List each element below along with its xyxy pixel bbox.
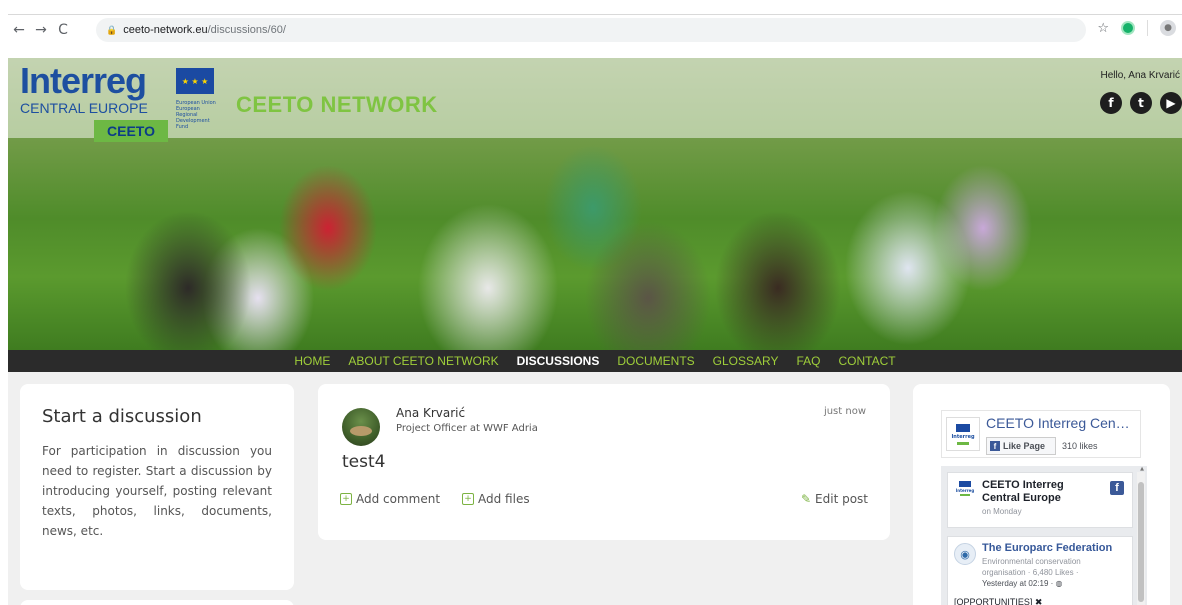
globe-icon: ◍ xyxy=(1055,579,1063,588)
extension-icon[interactable] xyxy=(1121,21,1135,35)
nav-glossary[interactable]: GLOSSARY xyxy=(713,354,779,368)
start-discussion-title: Start a discussion xyxy=(42,406,202,427)
logo-fine-print: European Union European Regional Develop… xyxy=(176,100,216,130)
post-timestamp: just now xyxy=(823,406,866,417)
ceeto-badge: CEETO xyxy=(94,120,168,142)
like-page-label: Like Page xyxy=(1003,441,1046,451)
eu-flag-icon: ★ ★ ★ xyxy=(176,68,214,94)
avatar[interactable] xyxy=(342,408,380,446)
start-discussion-card: Start a discussion For participation in … xyxy=(20,384,294,590)
content-area: Start a discussion For participation in … xyxy=(8,372,1182,605)
back-icon[interactable]: ← xyxy=(8,22,30,38)
fb-page-header: Interreg CEETO Interreg Cen… f Like Page… xyxy=(941,410,1141,458)
add-comment-button[interactable]: + Add comment xyxy=(340,492,440,506)
fb-page-logo[interactable]: Interreg xyxy=(946,417,980,451)
reload-icon[interactable]: C xyxy=(52,22,74,38)
add-files-button[interactable]: + Add files xyxy=(462,492,530,506)
europarc-logo-icon[interactable]: ◉ xyxy=(954,543,976,565)
start-discussion-text: For participation in discussion you need… xyxy=(42,444,272,538)
edit-icon: ✎ xyxy=(800,492,812,506)
add-comment-label: Add comment xyxy=(356,492,441,506)
toolbar-separator xyxy=(1147,20,1148,36)
fb-feed-scrollbar[interactable] xyxy=(1137,472,1145,605)
social-links: f t ▶ xyxy=(1100,92,1182,114)
youtube-icon[interactable]: ▶ xyxy=(1160,92,1182,114)
interreg-logo[interactable]: Interreg ★ ★ ★ CENTRAL EUROPE European U… xyxy=(20,63,220,131)
add-comment-icon: + xyxy=(340,493,352,505)
forward-icon[interactable]: → xyxy=(30,22,52,38)
post-author-role: Project Officer at WWF Adria xyxy=(396,423,538,434)
add-files-label: Add files xyxy=(478,492,530,506)
facebook-icon[interactable]: f xyxy=(1100,92,1122,114)
fb-post-author[interactable]: The Europarc Federation xyxy=(982,542,1112,554)
facebook-icon[interactable]: f xyxy=(1110,481,1124,495)
secondary-card xyxy=(20,600,294,605)
edit-post-label: Edit post xyxy=(815,492,868,506)
facebook-widget: Interreg CEETO Interreg Cen… f Like Page… xyxy=(913,384,1170,605)
fb-post-time[interactable]: Yesterday at 02:19 · ◍ xyxy=(982,579,1063,588)
nav-contact[interactable]: CONTACT xyxy=(839,354,896,368)
bookmark-star-icon[interactable]: ☆ xyxy=(1097,21,1109,36)
fb-post-description: Environmental conservation organisation … xyxy=(982,557,1081,577)
nav-about[interactable]: ABOUT CEETO NETWORK xyxy=(348,354,498,368)
nav-home[interactable]: HOME xyxy=(294,354,330,368)
edit-post-button[interactable]: ✎ Edit post xyxy=(801,492,868,506)
scroll-up-icon[interactable]: ▲ xyxy=(1140,466,1144,472)
add-file-icon: + xyxy=(462,493,474,505)
like-page-button[interactable]: f Like Page xyxy=(986,437,1056,455)
lock-icon: 🔒 xyxy=(106,24,118,35)
fb-feed-post[interactable]: Interreg CEETO Interreg Central Europe o… xyxy=(947,472,1133,528)
fb-post-logo[interactable]: Interreg xyxy=(954,481,976,503)
fb-page-name[interactable]: CEETO Interreg Cen… xyxy=(986,415,1130,431)
fb-post-time[interactable]: on Monday xyxy=(982,507,1022,516)
fb-post-author[interactable]: CEETO Interreg Central Europe xyxy=(982,479,1092,505)
fb-post-text: [OPPORTUNITIES] ✖ xyxy=(954,597,1043,605)
main-nav: HOME ABOUT CEETO NETWORK DISCUSSIONS DOC… xyxy=(8,350,1182,372)
nav-discussions[interactable]: DISCUSSIONS xyxy=(517,354,600,368)
hero-banner: Interreg ★ ★ ★ CENTRAL EUROPE European U… xyxy=(8,58,1182,350)
likes-count: 310 likes xyxy=(1062,441,1098,451)
profile-icon[interactable]: ● xyxy=(1160,20,1176,36)
nav-faq[interactable]: FAQ xyxy=(796,354,820,368)
post-actions: + Add comment + Add files ✎ Edit post xyxy=(340,492,868,512)
discussion-post: Ana Krvarić Project Officer at WWF Adria… xyxy=(318,384,890,540)
address-bar[interactable]: 🔒 ceeto-network.eu/discussions/60/ xyxy=(96,18,1086,42)
user-greeting[interactable]: Hello, Ana Krvarić xyxy=(1101,70,1180,81)
site-title[interactable]: CEETO NETWORK xyxy=(236,92,438,118)
post-title: test4 xyxy=(342,452,386,472)
post-author[interactable]: Ana Krvarić xyxy=(396,406,465,420)
twitter-icon[interactable]: t xyxy=(1130,92,1152,114)
fb-feed[interactable]: Interreg CEETO Interreg Central Europe o… xyxy=(941,466,1147,605)
browser-toolbar: ← → C 🔒 ceeto-network.eu/discussions/60/… xyxy=(8,14,1182,44)
url-host: ceeto-network.eu xyxy=(123,24,208,36)
facebook-icon: f xyxy=(990,441,1000,451)
fb-feed-post[interactable]: ◉ The Europarc Federation Environmental … xyxy=(947,536,1133,605)
url-path: /discussions/60/ xyxy=(207,24,286,36)
nav-documents[interactable]: DOCUMENTS xyxy=(617,354,694,368)
